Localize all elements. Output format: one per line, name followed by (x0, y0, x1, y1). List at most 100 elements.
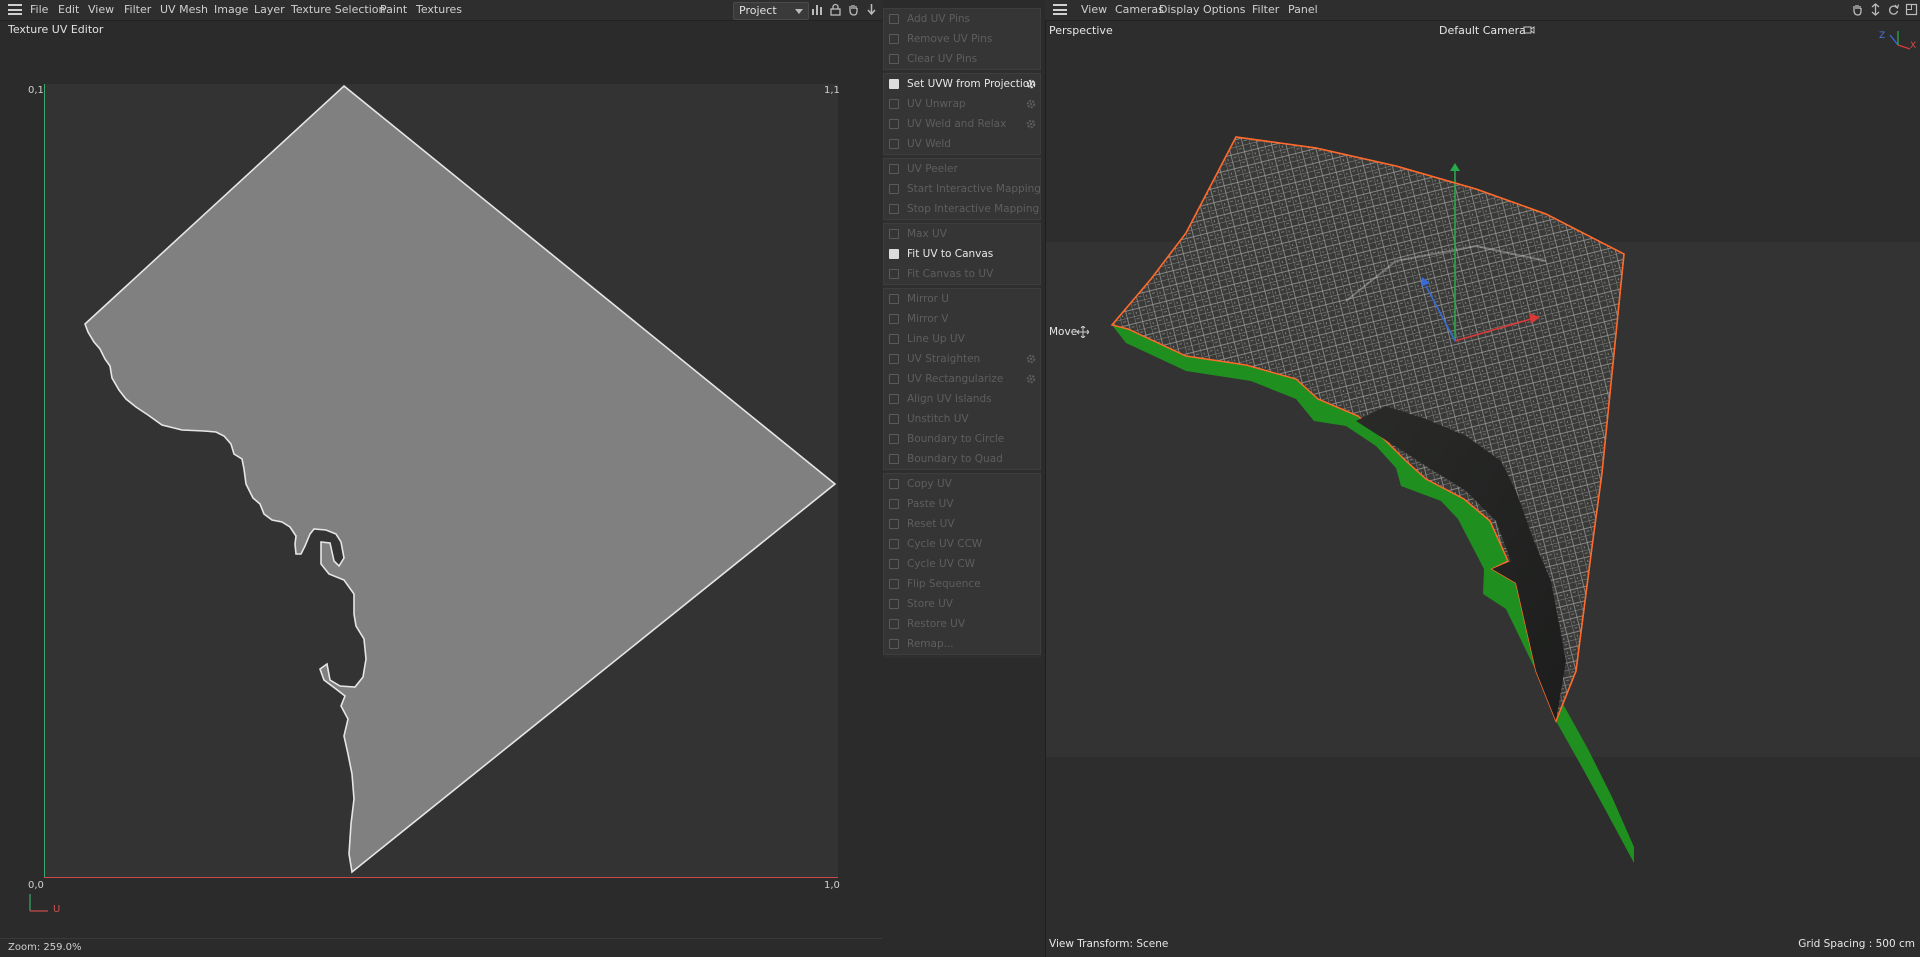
command-remap[interactable]: Remap... (884, 634, 1040, 654)
view-name[interactable]: Perspective (1049, 24, 1113, 37)
command-label: Paste UV (907, 498, 954, 510)
uv-corner-top-left: 0,1 (28, 85, 44, 96)
menu-image[interactable]: Image (214, 3, 248, 16)
gear-icon[interactable] (1025, 78, 1037, 90)
vp-menu-panel[interactable]: Panel (1288, 3, 1318, 16)
command-clear-uv-pins[interactable]: Clear UV Pins (884, 49, 1040, 69)
command-cycle-uv-cw[interactable]: Cycle UV CW (884, 554, 1040, 574)
command-reset-uv[interactable]: Reset UV (884, 514, 1040, 534)
command-unstitch-uv[interactable]: Unstitch UV (884, 409, 1040, 429)
command-copy-uv[interactable]: Copy UV (884, 474, 1040, 494)
menu-uv-mesh[interactable]: UV Mesh (160, 3, 208, 16)
dolly-arrows-icon[interactable] (1869, 3, 1882, 16)
command-label: UV Peeler (907, 163, 958, 175)
command-label: Remap... (907, 638, 954, 650)
camera-name[interactable]: Default Camera (1439, 24, 1526, 37)
command-label: UV Weld and Relax (907, 118, 1007, 130)
command-uv-peeler[interactable]: UV Peeler (884, 159, 1040, 179)
command-group: Add UV Pins Remove UV Pins Clear UV Pins (883, 8, 1041, 70)
command-align-uv-islands[interactable]: Align UV Islands (884, 389, 1040, 409)
gear-icon[interactable] (1025, 98, 1037, 110)
command-uv-weld-and-relax[interactable]: UV Weld and Relax (884, 114, 1040, 134)
menu-edit[interactable]: Edit (58, 3, 79, 16)
command-label: Copy UV (907, 478, 952, 490)
command-mirror-v[interactable]: Mirror V (884, 309, 1040, 329)
command-remove-uv-pins[interactable]: Remove UV Pins (884, 29, 1040, 49)
command-mirror-u[interactable]: Mirror U (884, 289, 1040, 309)
pan-hand-icon[interactable] (847, 3, 860, 16)
command-store-uv[interactable]: Store UV (884, 594, 1040, 614)
lock-icon[interactable] (829, 3, 842, 16)
command-uv-straighten[interactable]: UV Straighten (884, 349, 1040, 369)
command-fit-uv-to-canvas[interactable]: Fit UV to Canvas (884, 244, 1040, 264)
command-max-uv[interactable]: Max UV (884, 224, 1040, 244)
command-label: Set UVW from Projection (907, 78, 1036, 90)
command-uv-rectangularize[interactable]: UV Rectangularize (884, 369, 1040, 389)
menu-texture-selection[interactable]: Texture Selection (291, 3, 385, 16)
command-icon (889, 139, 899, 149)
gear-icon[interactable] (1025, 118, 1037, 130)
command-label: Restore UV (907, 618, 966, 630)
uv-menubar: File Edit View Filter UV Mesh Image Laye… (0, 0, 882, 21)
command-icon (889, 34, 899, 44)
gear-icon[interactable] (1025, 353, 1037, 365)
uv-corner-top-right: 1,1 (824, 85, 840, 96)
command-label: Remove UV Pins (907, 33, 993, 45)
command-icon (889, 619, 899, 629)
menu-paint[interactable]: Paint (380, 3, 407, 16)
command-icon (889, 499, 899, 509)
mode-select[interactable]: Project (733, 2, 809, 20)
command-stop-interactive-mapping[interactable]: Stop Interactive Mapping (884, 199, 1040, 219)
command-boundary-to-quad[interactable]: Boundary to Quad (884, 449, 1040, 469)
command-icon (889, 334, 899, 344)
command-fit-canvas-to-uv[interactable]: Fit Canvas to UV (884, 264, 1040, 284)
hamburger-menu-icon[interactable] (1053, 4, 1067, 15)
hamburger-menu-icon[interactable] (8, 4, 22, 15)
command-flip-sequence[interactable]: Flip Sequence (884, 574, 1040, 594)
command-icon (889, 164, 899, 174)
command-icon (889, 479, 899, 489)
command-label: Boundary to Circle (907, 433, 1005, 445)
command-uv-weld[interactable]: UV Weld (884, 134, 1040, 154)
vp-menu-cameras[interactable]: Cameras (1115, 3, 1164, 16)
menu-layer[interactable]: Layer (254, 3, 285, 16)
rotate-icon[interactable] (1887, 3, 1900, 16)
command-add-uv-pins[interactable]: Add UV Pins (884, 9, 1040, 29)
pan-hand-icon[interactable] (1851, 3, 1864, 16)
menu-file[interactable]: File (30, 3, 48, 16)
camera-link-icon[interactable] (1523, 24, 1535, 35)
command-icon (889, 639, 899, 649)
menu-textures[interactable]: Textures (416, 3, 462, 16)
command-icon (889, 394, 899, 404)
command-paste-uv[interactable]: Paste UV (884, 494, 1040, 514)
vp-menu-filter[interactable]: Filter (1252, 3, 1279, 16)
3d-viewport[interactable]: Perspective Default Camera Move Z X View… (1045, 21, 1920, 957)
gear-icon[interactable] (1025, 373, 1037, 385)
menu-filter[interactable]: Filter (124, 3, 151, 16)
histogram-icon[interactable] (811, 3, 824, 16)
command-set-uvw-from-projection[interactable]: Set UVW from Projection (884, 74, 1040, 94)
command-label: Clear UV Pins (907, 53, 978, 65)
command-icon (889, 119, 899, 129)
command-line-up-uv[interactable]: Line Up UV (884, 329, 1040, 349)
command-restore-uv[interactable]: Restore UV (884, 614, 1040, 634)
uv-corner-bottom-right: 1,0 (824, 880, 840, 891)
vp-menu-view[interactable]: View (1081, 3, 1107, 16)
vp-menu-display[interactable]: Display (1159, 3, 1200, 16)
uv-canvas[interactable] (44, 84, 838, 878)
command-label: Max UV (907, 228, 947, 240)
maximize-view-icon[interactable] (1905, 3, 1918, 16)
viewport-menubar: View Cameras Display Options Filter Pane… (1045, 0, 1920, 21)
command-label: Start Interactive Mapping (907, 183, 1041, 195)
command-uv-unwrap[interactable]: UV Unwrap (884, 94, 1040, 114)
vp-menu-options[interactable]: Options (1203, 3, 1245, 16)
command-cycle-uv-ccw[interactable]: Cycle UV CCW (884, 534, 1040, 554)
command-start-interactive-mapping[interactable]: Start Interactive Mapping (884, 179, 1041, 199)
menu-view[interactable]: View (88, 3, 114, 16)
command-label: Cycle UV CW (907, 558, 975, 570)
command-label: UV Rectangularize (907, 373, 1004, 385)
command-boundary-to-circle[interactable]: Boundary to Circle (884, 429, 1040, 449)
zoom-readout: Zoom: 259.0% (8, 942, 82, 953)
move-down-arrow-icon[interactable] (865, 3, 878, 16)
command-icon (889, 79, 899, 89)
